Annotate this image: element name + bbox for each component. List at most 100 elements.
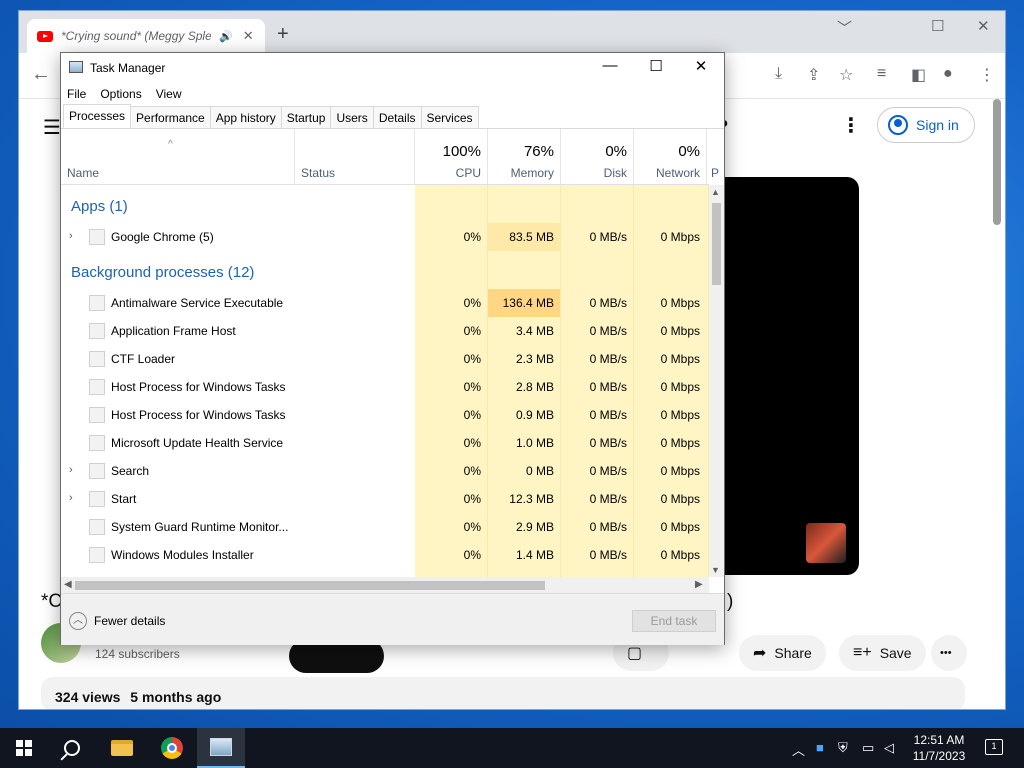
column-memory[interactable]: 76% Memory (488, 129, 561, 185)
memory-value: 136.4 MB (502, 296, 554, 310)
cpu-value: 0% (463, 520, 481, 534)
network-value: 0 Mbps (660, 324, 700, 338)
process-name: Search (111, 464, 150, 478)
menu-file[interactable]: File (67, 83, 86, 105)
vertical-scrollbar[interactable]: ▲ ▼ (709, 185, 724, 577)
tab-processes[interactable]: Processes (63, 104, 132, 128)
page-scrollbar[interactable] (993, 99, 1001, 225)
scroll-up-icon[interactable]: ▲ (711, 187, 720, 197)
install-icon[interactable]: ⤓ (775, 65, 782, 83)
table-row[interactable]: Host Process for Windows Tasks 0% 2.8 MB… (61, 373, 709, 401)
horizontal-scrollbar[interactable]: ◀ ▶ (61, 577, 709, 593)
maximize-button[interactable]: ☐ (931, 17, 944, 35)
clock[interactable]: 12:51 AM 11/7/2023 (904, 732, 974, 764)
chevron-down-icon[interactable]: ﹀ (837, 17, 852, 38)
table-row[interactable]: Microsoft Update Health Service 0% 1.0 M… (61, 429, 709, 457)
task-manager-taskbar-button[interactable] (197, 728, 245, 768)
sign-in-button[interactable]: Sign in (877, 107, 975, 143)
scroll-thumb[interactable] (75, 581, 545, 590)
group-header-background[interactable]: Background processes (12) (61, 259, 709, 287)
chevron-right-icon[interactable]: › (69, 230, 73, 242)
column-power[interactable]: P (707, 129, 719, 185)
table-row[interactable]: CTF Loader 0% 2.3 MB 0 MB/s 0 Mbps (61, 345, 709, 373)
description-box[interactable]: 324 views 5 months ago (41, 677, 965, 709)
column-network[interactable]: 0% Network (634, 129, 707, 185)
column-name[interactable]: ^ Name (61, 129, 295, 185)
table-row[interactable]: Antimalware Service Executable 0% 136.4 … (61, 289, 709, 317)
scroll-down-icon[interactable]: ▼ (711, 565, 720, 575)
group-header-apps[interactable]: Apps (1) (61, 193, 709, 221)
share-button[interactable]: ➦ Share (739, 635, 826, 671)
table-row[interactable]: Application Frame Host 0% 3.4 MB 0 MB/s … (61, 317, 709, 345)
process-name: Microsoft Update Health Service (111, 436, 284, 450)
tab-close-icon[interactable]: ✕ (243, 28, 254, 44)
more-label: ••• (940, 647, 952, 659)
sign-in-label: Sign in (916, 117, 959, 133)
scroll-left-icon[interactable]: ◀ (64, 579, 72, 590)
file-explorer-button[interactable] (98, 728, 146, 768)
tab-performance[interactable]: Performance (130, 106, 211, 128)
new-tab-button[interactable]: + (277, 23, 289, 46)
process-name: CTF Loader (111, 352, 176, 366)
cpu-value: 0% (463, 380, 481, 394)
process-icon (89, 351, 105, 367)
tab-details[interactable]: Details (372, 106, 422, 128)
bookmark-star-icon[interactable]: ☆ (839, 65, 853, 85)
save-button[interactable]: ≡+ Save (839, 635, 926, 671)
scroll-right-icon[interactable]: ▶ (695, 579, 703, 590)
table-row[interactable]: Windows Modules Installer 0% 1.4 MB 0 MB… (61, 541, 709, 569)
back-arrow-icon[interactable]: ← (31, 63, 51, 86)
tab-startup[interactable]: Startup (280, 106, 332, 128)
start-button[interactable] (0, 728, 48, 768)
notification-icon[interactable]: 1 (985, 739, 1003, 755)
fewer-details-link[interactable]: Fewer details (94, 614, 165, 628)
close-button[interactable]: ✕ (678, 57, 724, 75)
table-row[interactable]: › Start 0% 12.3 MB 0 MB/s 0 Mbps (61, 485, 709, 513)
close-button[interactable]: ✕ (977, 17, 990, 35)
share-icon[interactable]: ⇪ (807, 65, 820, 85)
maximize-button[interactable]: ☐ (633, 57, 679, 75)
minimize-button[interactable]: — (587, 57, 633, 74)
security-icon[interactable]: ⛨ (838, 740, 848, 756)
chevron-right-icon[interactable]: › (69, 464, 73, 476)
menu-options[interactable]: Options (100, 83, 141, 105)
profile-icon[interactable]: ● (943, 65, 953, 83)
tab-users[interactable]: Users (330, 106, 374, 128)
table-row[interactable]: System Guard Runtime Monitor... 0% 2.9 M… (61, 513, 709, 541)
memory-value: 1.4 MB (515, 548, 554, 562)
column-header: ^ Name Status 100% CPU 76% Memory 0% Dis… (61, 129, 719, 185)
speaker-muted-icon[interactable]: ◁ (884, 740, 894, 756)
network-icon[interactable]: ▭ (862, 740, 874, 756)
chevron-up-icon[interactable]: ︿ (69, 612, 87, 630)
column-cpu[interactable]: 100% CPU (415, 129, 488, 185)
menu-kebab-icon[interactable]: ⋮ (979, 65, 995, 85)
title-bar[interactable]: Task Manager — ☐ ✕ (61, 53, 724, 83)
scroll-thumb[interactable] (712, 203, 721, 285)
more-actions-button[interactable]: ••• (931, 635, 967, 671)
tab-services[interactable]: Services (420, 106, 479, 128)
menu-view[interactable]: View (156, 83, 182, 105)
process-name: Google Chrome (5) (111, 230, 214, 244)
settings-kebab-icon[interactable]: ⋮ (841, 113, 861, 138)
process-list: Apps (1) › Google Chrome (5) 0% 83.5 MB … (61, 185, 709, 577)
browser-tab[interactable]: *Crying sound* (Meggy Splet 🔊 ✕ (27, 19, 265, 53)
reading-list-icon[interactable]: ≡ (877, 65, 886, 83)
end-task-button[interactable]: End task (632, 610, 716, 632)
table-row[interactable]: › Google Chrome (5) 0% 83.5 MB 0 MB/s 0 … (61, 223, 709, 251)
memory-value: 2.9 MB (515, 520, 554, 534)
chevron-up-icon[interactable]: ︿ (792, 740, 805, 759)
tab-app-history[interactable]: App history (209, 106, 282, 128)
chrome-taskbar-button[interactable] (148, 728, 196, 768)
hamburger-icon[interactable]: ☰ (43, 115, 61, 140)
table-row[interactable]: Host Process for Windows Tasks 0% 0.9 MB… (61, 401, 709, 429)
tray-app-icon[interactable]: ■ (816, 740, 824, 755)
column-status[interactable]: Status (295, 129, 415, 185)
speaker-icon[interactable]: 🔊 (219, 30, 233, 43)
table-row[interactable]: › Search 0% 0 MB 0 MB/s 0 Mbps (61, 457, 709, 485)
column-disk[interactable]: 0% Disk (561, 129, 634, 185)
video-player[interactable] (724, 177, 859, 575)
search-button[interactable] (48, 728, 96, 768)
process-name: Antimalware Service Executable (111, 296, 284, 310)
chevron-right-icon[interactable]: › (69, 492, 73, 504)
side-panel-icon[interactable]: ◧ (911, 65, 926, 85)
